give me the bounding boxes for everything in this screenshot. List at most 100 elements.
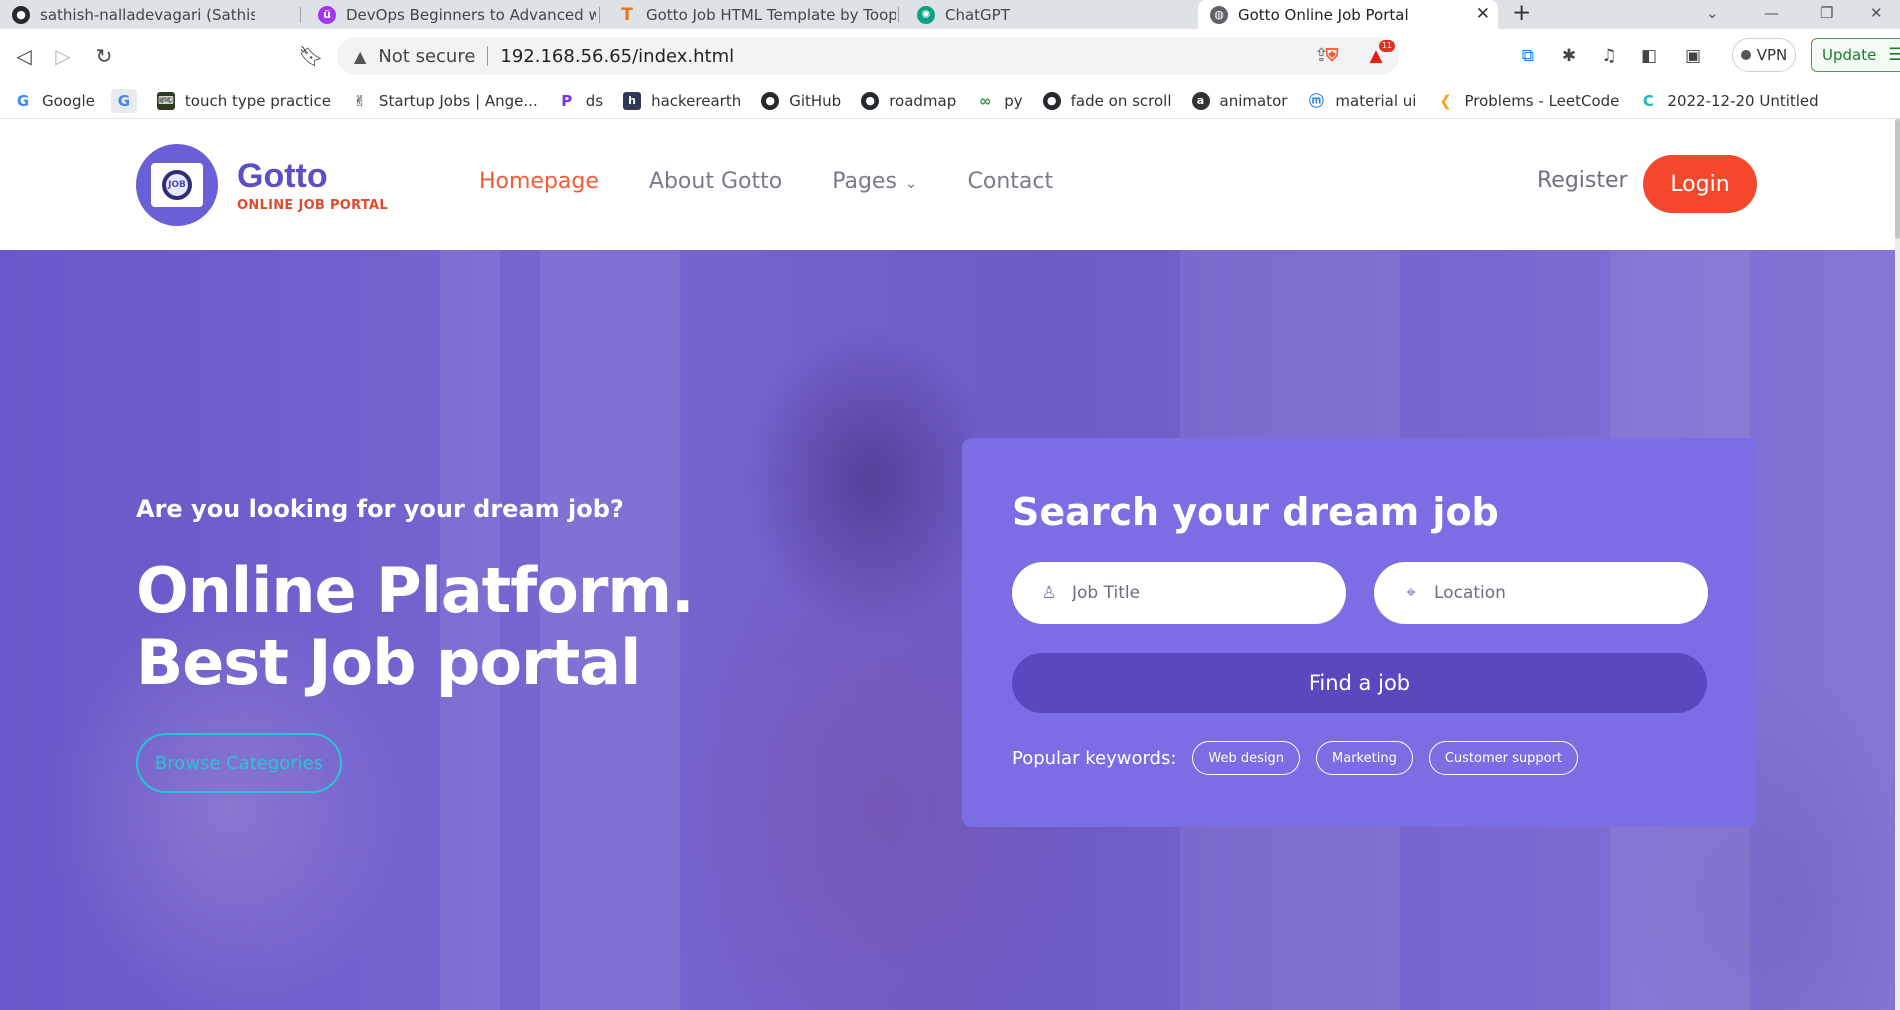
reload-icon[interactable]: ↻ <box>89 41 119 71</box>
close-tab-icon[interactable]: ✕ <box>1476 4 1490 24</box>
url-text[interactable]: 192.168.56.65/index.html <box>500 46 734 67</box>
extensions-puzzle-icon[interactable]: ✱ <box>1556 43 1582 69</box>
popular-keywords: Popular keywords: Web design Marketing C… <box>1012 741 1594 775</box>
bookmark-py[interactable]: ∞ py <box>976 91 1023 110</box>
scrollbar-thumb[interactable] <box>1895 119 1900 239</box>
bookmark-material-ui[interactable]: ⓜ material ui <box>1307 91 1417 111</box>
browse-categories-button[interactable]: Browse Categories <box>136 733 342 793</box>
leetcode-icon: ❮ <box>1439 91 1452 110</box>
ds-icon: P <box>561 91 573 110</box>
bookmark-label: fade on scroll <box>1070 91 1172 110</box>
extension-translate-icon[interactable]: ⧉ <box>1515 43 1541 69</box>
browser-tab-gotto[interactable]: ◍ Gotto Online Job Portal ✕ <box>1198 0 1498 29</box>
brave-shields-icon[interactable]: ⛨ <box>1319 43 1345 69</box>
bookmark-leetcode[interactable]: ❮ Problems - LeetCode <box>1436 92 1619 110</box>
bookmark-label: touch type practice <box>184 91 331 110</box>
nav-pages[interactable]: Pages ⌄ <box>832 169 917 194</box>
site-header: JOB Gotto ONLINE JOB PORTAL Homepage Abo… <box>0 119 1900 250</box>
animator-icon: a <box>1191 91 1210 110</box>
github-icon: ● <box>12 5 30 24</box>
hero-section: Are you looking for your dream job? Onli… <box>0 250 1900 1010</box>
location-field[interactable]: ⌖ <box>1374 562 1708 624</box>
wallet-icon[interactable]: ▣ <box>1680 43 1706 69</box>
job-title-input[interactable] <box>1072 583 1332 603</box>
back-arrow-icon[interactable]: ◁ <box>9 41 39 71</box>
magnifier-icon: JOB <box>162 170 192 200</box>
nav-pages-label: Pages <box>832 169 897 194</box>
minimize-icon[interactable]: — <box>1764 0 1779 29</box>
bookmark-label: material ui <box>1335 91 1417 110</box>
tab-search-chevron-icon[interactable]: ⌄ <box>1706 0 1719 29</box>
address-bar[interactable]: ▲ Not secure 192.168.56.65/index.html ⇪ <box>337 37 1399 75</box>
bookmark-roadmap[interactable]: ● roadmap <box>861 91 956 110</box>
udemy-icon: ü <box>318 5 336 24</box>
site-logo[interactable]: JOB Gotto ONLINE JOB PORTAL <box>136 144 388 226</box>
login-button[interactable]: Login <box>1643 155 1757 213</box>
register-link[interactable]: Register <box>1537 168 1628 193</box>
keyword-web-design[interactable]: Web design <box>1192 741 1301 775</box>
bookmark-hackerearth[interactable]: h hackerearth <box>623 91 741 110</box>
page-scrollbar[interactable] <box>1895 119 1900 1010</box>
browser-tab-strip: ● sathish-nalladevagari (Sathish reddy) … <box>0 0 1900 29</box>
tab-title: ChatGPT <box>945 5 1010 24</box>
sidebar-icon[interactable]: ◧ <box>1636 43 1662 69</box>
keyword-marketing[interactable]: Marketing <box>1316 741 1413 775</box>
bookmark-codepen[interactable]: C 2022-12-20 Untitled <box>1639 92 1819 110</box>
bookmark-label: py <box>1004 91 1023 110</box>
search-card-title: Search your dream job <box>1012 490 1499 534</box>
bookmark-google[interactable]: G Google <box>14 92 95 110</box>
rewards-badge: 11 <box>1378 40 1395 52</box>
tab-title: DevOps Beginners to Advanced with P <box>346 5 596 24</box>
bookmark-google-g[interactable]: G <box>110 88 137 113</box>
location-input[interactable] <box>1434 583 1694 603</box>
logo-name: Gotto <box>237 156 328 195</box>
new-tab-icon[interactable]: + <box>1512 0 1531 29</box>
google-g-icon: G <box>117 91 131 110</box>
media-music-icon[interactable]: ♫ <box>1596 43 1622 69</box>
vpn-status-icon <box>1740 50 1751 60</box>
restore-icon[interactable]: ❐ <box>1820 0 1833 29</box>
bookmark-startup-jobs[interactable]: ✌ Startup Jobs | Ange... <box>351 92 538 110</box>
hero-title-line2: Best Job portal <box>136 626 641 699</box>
brave-rewards-icon[interactable]: ▲ 11 <box>1363 40 1395 69</box>
browser-tab-github[interactable]: ● sathish-nalladevagari (Sathish reddy) … <box>0 0 255 29</box>
chevron-down-icon: ⌄ <box>904 174 918 192</box>
vpn-button[interactable]: VPN <box>1732 38 1796 72</box>
bookmark-label: Google <box>42 91 95 110</box>
security-label[interactable]: Not secure <box>378 46 475 67</box>
vpn-label: VPN <box>1756 46 1788 64</box>
bookmark-fade-on-scroll[interactable]: ● fade on scroll <box>1042 91 1172 110</box>
keyword-customer-support[interactable]: Customer support <box>1428 741 1579 775</box>
nav-homepage[interactable]: Homepage <box>479 169 599 194</box>
infinity-icon: ∞ <box>979 91 992 110</box>
main-nav: Homepage About Gotto Pages ⌄ Contact <box>479 169 1103 194</box>
logo-document-icon: JOB <box>151 163 203 207</box>
logo-tagline: ONLINE JOB PORTAL <box>237 197 388 213</box>
nav-about[interactable]: About Gotto <box>649 169 782 194</box>
bookmark-icon[interactable]: 🔖︎ <box>296 41 326 71</box>
find-job-button[interactable]: Find a job <box>1012 653 1707 713</box>
bookmark-animator[interactable]: a animator <box>1191 91 1287 110</box>
github-icon: ● <box>861 91 880 110</box>
forward-arrow-icon[interactable]: ▷ <box>48 41 78 71</box>
browser-tab-udemy[interactable]: ü DevOps Beginners to Advanced with P <box>306 0 596 29</box>
github-icon: ● <box>761 91 780 110</box>
browser-toolbar: ◁ ▷ ↻ 🔖︎ ▲ Not secure 192.168.56.65/inde… <box>0 29 1900 83</box>
job-title-field[interactable]: ♙ <box>1012 562 1346 624</box>
bookmark-ds[interactable]: Pds <box>558 92 603 110</box>
location-pin-icon: ⌖ <box>1406 583 1416 603</box>
logo-text: Gotto ONLINE JOB PORTAL <box>237 158 388 213</box>
browser-tab-tooplate[interactable]: T Gotto Job HTML Template by Tooplate <box>606 0 896 29</box>
menu-icon[interactable]: ☰ <box>1888 45 1900 65</box>
address-divider <box>487 46 489 66</box>
bookmark-touch-type[interactable]: ⌨ touch type practice <box>156 91 331 110</box>
tab-separator <box>898 7 899 23</box>
hero-title: Online Platform. Best Job portal <box>136 555 695 699</box>
bookmark-github[interactable]: ● GitHub <box>761 91 841 110</box>
globe-icon: ◍ <box>1210 5 1228 24</box>
browser-tab-chatgpt[interactable]: ✺ ChatGPT <box>905 0 1195 29</box>
nav-contact[interactable]: Contact <box>968 169 1054 194</box>
github-icon: ● <box>1042 91 1061 110</box>
update-button[interactable]: Update ☰ <box>1811 38 1900 72</box>
close-window-icon[interactable]: ✕ <box>1870 0 1883 29</box>
